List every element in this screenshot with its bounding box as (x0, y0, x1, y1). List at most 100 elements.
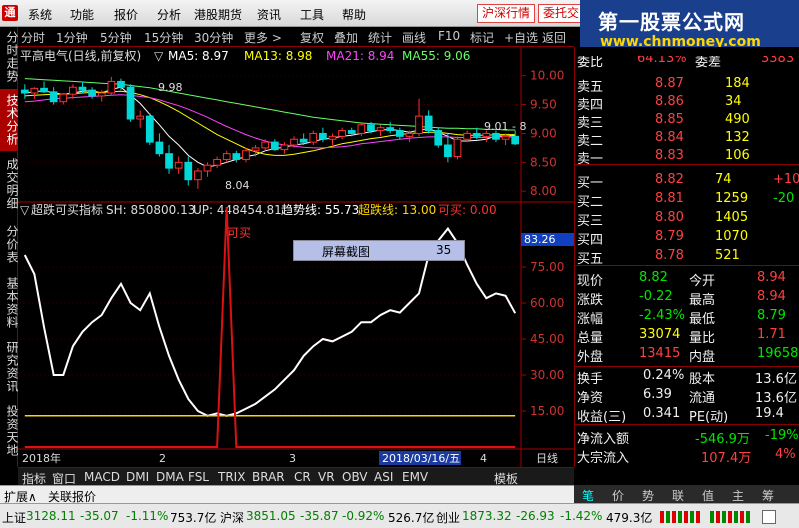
ask-price: 8.87 (655, 76, 684, 91)
stat-label-2: 最高 (689, 293, 716, 308)
period-5min[interactable]: 5分钟 (100, 29, 132, 46)
indicator-name: 超跌可买指标 (31, 202, 103, 217)
side-tab-technical[interactable]: 技术分析 (0, 89, 19, 151)
tab-brar[interactable]: BRAR (252, 470, 285, 484)
side-tab-intraday[interactable]: 分时走势 (0, 29, 19, 85)
indicator-collapse-icon[interactable]: ▽ (20, 203, 30, 217)
tab-trend[interactable]: 势 (642, 487, 654, 504)
axis-month-2: 2 (159, 452, 166, 465)
axis-month-3: 3 (289, 452, 296, 465)
menu-news[interactable]: 资讯 (257, 6, 281, 23)
ask-volume: 490 (725, 112, 750, 127)
price-tick-label: 8.00 (530, 184, 557, 198)
tab-main[interactable]: 主 (732, 487, 744, 504)
candle-body (415, 115, 423, 134)
menu-system[interactable]: 系统 (28, 6, 52, 23)
block-inflow-row: 大宗流入 107.4万 4% (575, 446, 799, 466)
bid-row: 买四 8.79 1070 (575, 228, 799, 248)
expand-bar: 扩展∧ 关联报价 (0, 485, 574, 504)
menu-analysis[interactable]: 分析 (157, 6, 181, 23)
fundamental-row: 净资 6.39 流通 13.6亿 (575, 386, 799, 406)
chart-collapse-icon[interactable]: ▽ (154, 49, 164, 63)
ask-price: 8.83 (655, 148, 684, 163)
app-logo[interactable]: 通 (2, 5, 18, 21)
stat-value-2: 1.71 (757, 327, 786, 342)
tab-price[interactable]: 价 (612, 487, 624, 504)
fund-label-2: PE(动) (689, 410, 729, 425)
tab-vr[interactable]: VR (318, 470, 335, 484)
period-15min[interactable]: 15分钟 (144, 29, 183, 46)
tab-trix[interactable]: TRIX (218, 470, 245, 484)
menu-hk-futures[interactable]: 港股期货 (194, 6, 242, 23)
tab-fsl[interactable]: FSL (188, 470, 209, 484)
fund-label: 净资 (577, 391, 604, 406)
net-inflow-pct: -19% (765, 428, 799, 443)
side-tab-trades[interactable]: 成交明细 (0, 155, 19, 213)
adjust-button[interactable]: 复权 (300, 29, 324, 46)
last-price-label: 9.01 - 8 (484, 120, 526, 133)
side-tab-price-table[interactable]: 分价表 (0, 219, 19, 269)
indicator-tick-label: 75.00 (530, 260, 564, 274)
candle-body (30, 87, 39, 94)
sh-index-value: 3128.11 (26, 509, 76, 523)
ask-price: 8.84 (655, 130, 684, 145)
candle-body (472, 132, 481, 137)
side-tab-fundamentals[interactable]: 基本资料 (0, 273, 19, 333)
bid-volume: 521 (715, 248, 740, 263)
menu-function[interactable]: 功能 (70, 6, 94, 23)
fund-value: 0.24% (643, 368, 685, 383)
period-1min[interactable]: 1分钟 (56, 29, 88, 46)
candle-body (203, 164, 212, 172)
tab-dma[interactable]: DMA (156, 470, 184, 484)
candle-body (290, 138, 298, 146)
sh-sz-quote-button[interactable]: 沪深行情 (477, 4, 536, 23)
screenshot-popup[interactable]: 屏幕截图 35 (293, 240, 465, 261)
tab-emv[interactable]: EMV (402, 470, 428, 484)
menu-tools[interactable]: 工具 (300, 6, 324, 23)
candle-body (117, 80, 125, 88)
candle-body (328, 135, 337, 140)
fund-label-2: 股本 (689, 372, 716, 387)
menu-help[interactable]: 帮助 (342, 6, 366, 23)
stat-value-2: 8.94 (757, 289, 786, 304)
tab-asi[interactable]: ASI (374, 470, 393, 484)
tab-cr[interactable]: CR (294, 470, 311, 484)
cy-index-label: 创业 (436, 511, 461, 525)
indicator-value-tag: 83.26 (524, 233, 556, 246)
connection-icon[interactable] (762, 510, 776, 524)
indicator-trend: 趋势线: 55.73 (281, 203, 359, 217)
period-intraday[interactable]: 分时 (21, 29, 45, 46)
candle-body (222, 153, 231, 160)
bid-row: 买二 8.81 1259 -20 (575, 190, 799, 210)
tab-macd[interactable]: MACD (84, 470, 120, 484)
back-button[interactable]: 返回 (542, 29, 566, 46)
add-watchlist-button[interactable]: +自选 (504, 29, 538, 46)
indicator-up: UP: 448454.81 (193, 203, 282, 217)
ask-volume: 132 (725, 130, 750, 145)
stats-button[interactable]: 统计 (368, 29, 392, 46)
tab-dmi[interactable]: DMI (126, 470, 149, 484)
ma55-label: MA55: 9.06 (402, 49, 470, 63)
tab-obv[interactable]: OBV (342, 470, 368, 484)
side-tab-research[interactable]: 研究资讯 (0, 337, 19, 397)
tab-ticks[interactable]: 笔 (582, 487, 594, 504)
tab-value[interactable]: 值 (702, 487, 714, 504)
side-tab-invest[interactable]: 投资天地 (0, 401, 19, 461)
tab-chips[interactable]: 筹 (762, 487, 774, 504)
period-more[interactable]: 更多 > (244, 29, 282, 46)
order-button[interactable]: 委托交 (538, 4, 585, 23)
menu-quote[interactable]: 报价 (114, 6, 138, 23)
stat-label: 涨跌 (577, 293, 604, 308)
mark-button[interactable]: 标记 (470, 29, 494, 46)
tab-linked[interactable]: 联 (672, 487, 684, 504)
cy-index-pct: -1.42% (560, 509, 603, 523)
cy-index-value: 1873.32 (462, 509, 512, 523)
stat-label: 涨幅 (577, 312, 604, 327)
candle-body (213, 158, 221, 166)
f10-button[interactable]: F10 (438, 29, 460, 43)
candle (126, 84, 135, 122)
period-30min[interactable]: 30分钟 (194, 29, 233, 46)
draw-button[interactable]: 画线 (402, 29, 426, 46)
date-cursor: 2018/03/16/五 (382, 452, 460, 465)
overlay-button[interactable]: 叠加 (334, 29, 358, 46)
